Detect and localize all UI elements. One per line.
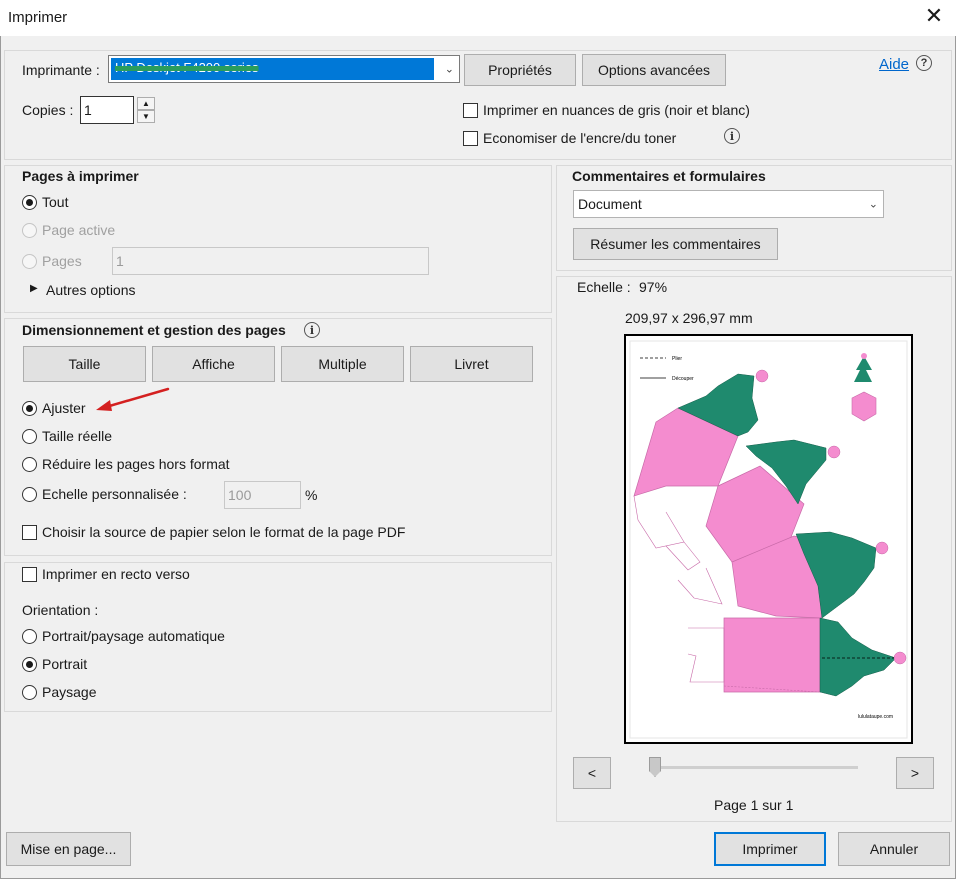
copies-increment[interactable]: ▲	[137, 97, 155, 110]
radio-fit[interactable]	[22, 401, 37, 416]
advanced-options-button[interactable]: Options avancées	[582, 54, 726, 86]
page-slider-track[interactable]	[650, 766, 858, 769]
radio-portrait[interactable]	[22, 657, 37, 672]
preview-image: Plier Découper lululataupe.com	[629, 340, 908, 739]
radio-landscape[interactable]	[22, 685, 37, 700]
credit-text: lululataupe.com	[858, 714, 893, 720]
pages-range-input[interactable]: 1	[112, 247, 429, 275]
paper-source-label: Choisir la source de papier selon le for…	[42, 524, 406, 540]
window-title: Imprimer	[8, 9, 68, 26]
help-icon[interactable]: ?	[916, 55, 932, 71]
tab-size-label: Taille	[68, 356, 101, 372]
page-preview: Plier Découper lululataupe.com	[624, 334, 913, 744]
custom-scale-input[interactable]: 100	[224, 481, 301, 509]
tab-poster[interactable]: Affiche	[152, 346, 275, 382]
sizing-info-icon[interactable]: i	[304, 322, 320, 338]
tab-poster-label: Affiche	[192, 356, 235, 372]
radio-all-label: Tout	[42, 194, 69, 210]
properties-button[interactable]: Propriétés	[464, 54, 576, 86]
radio-actual-size-label: Taille réelle	[42, 428, 113, 444]
radio-custom-scale[interactable]	[22, 487, 37, 502]
comments-select-value: Document	[578, 196, 642, 212]
paper-source-checkbox[interactable]	[22, 525, 37, 540]
cancel-button[interactable]: Annuler	[838, 832, 950, 866]
tab-size[interactable]: Taille	[23, 346, 146, 382]
tab-multiple-label: Multiple	[318, 356, 367, 372]
copies-decrement[interactable]: ▼	[137, 110, 155, 123]
sizing-heading: Dimensionnement et gestion des pages	[22, 322, 286, 338]
radio-landscape-label: Paysage	[42, 684, 97, 700]
save-ink-checkbox[interactable]	[463, 131, 478, 146]
radio-actual-size[interactable]	[22, 429, 37, 444]
radio-auto-orientation[interactable]	[22, 629, 37, 644]
tab-multiple[interactable]: Multiple	[281, 346, 404, 382]
radio-shrink[interactable]	[22, 457, 37, 472]
page-dimensions: 209,97 x 296,97 mm	[625, 310, 753, 326]
copies-label: Copies :	[22, 102, 74, 118]
radio-portrait-label: Portrait	[42, 656, 88, 672]
duplex-label: Imprimer en recto verso	[42, 566, 190, 582]
print-button[interactable]: Imprimer	[714, 832, 826, 866]
annotation-arrow-icon	[96, 387, 170, 411]
printer-name-redacted: HP Deskjet F4200 series	[115, 60, 259, 75]
chevron-down-icon[interactable]: ⌄	[445, 63, 454, 76]
help-link[interactable]: Aide	[879, 56, 909, 73]
copies-input[interactable]: 1	[80, 96, 134, 124]
radio-pages[interactable]	[22, 254, 37, 269]
title-bar: Imprimer ✕	[0, 0, 956, 36]
comments-heading: Commentaires et formulaires	[572, 168, 766, 184]
radio-all[interactable]	[22, 195, 37, 210]
legend-fold-text: Plier	[672, 356, 682, 362]
save-ink-label: Economiser de l'encre/du toner	[483, 130, 677, 146]
prev-page-button[interactable]: <	[573, 757, 611, 789]
comments-select[interactable]: Document ⌄	[573, 190, 884, 218]
summarize-comments-button[interactable]: Résumer les commentaires	[573, 228, 778, 260]
grayscale-checkbox[interactable]	[463, 103, 478, 118]
printer-label: Imprimante :	[22, 62, 100, 78]
tab-booklet[interactable]: Livret	[410, 346, 533, 382]
page-setup-button[interactable]: Mise en page...	[6, 832, 131, 866]
next-page-button[interactable]: >	[896, 757, 934, 789]
radio-current-page[interactable]	[22, 223, 37, 238]
page-indicator: Page 1 sur 1	[714, 797, 794, 813]
expand-triangle-icon[interactable]: ▶	[30, 283, 38, 294]
percent-label: %	[305, 487, 318, 503]
radio-current-page-label: Page active	[42, 222, 116, 238]
legend-cut-text: Découper	[672, 376, 694, 382]
info-icon[interactable]: i	[724, 128, 740, 144]
tab-booklet-label: Livret	[454, 356, 489, 372]
radio-custom-scale-label: Echelle personnalisée :	[42, 486, 187, 502]
radio-fit-label: Ajuster	[42, 400, 86, 416]
radio-shrink-label: Réduire les pages hors format	[42, 456, 230, 472]
scale-label: Echelle :	[577, 279, 631, 295]
more-options-link[interactable]: Autres options	[46, 282, 136, 298]
printer-select[interactable]: HP Deskjet F4200 series ⌄	[108, 55, 460, 83]
scale-value: 97%	[639, 279, 668, 295]
pages-heading: Pages à imprimer	[22, 168, 139, 184]
close-icon[interactable]: ✕	[922, 4, 946, 28]
duplex-checkbox[interactable]	[22, 567, 37, 582]
orientation-label: Orientation :	[22, 602, 99, 618]
radio-pages-label: Pages	[42, 253, 82, 269]
grayscale-label: Imprimer en nuances de gris (noir et bla…	[483, 102, 750, 118]
chevron-down-icon[interactable]: ⌄	[869, 198, 878, 211]
radio-auto-orientation-label: Portrait/paysage automatique	[42, 628, 225, 644]
